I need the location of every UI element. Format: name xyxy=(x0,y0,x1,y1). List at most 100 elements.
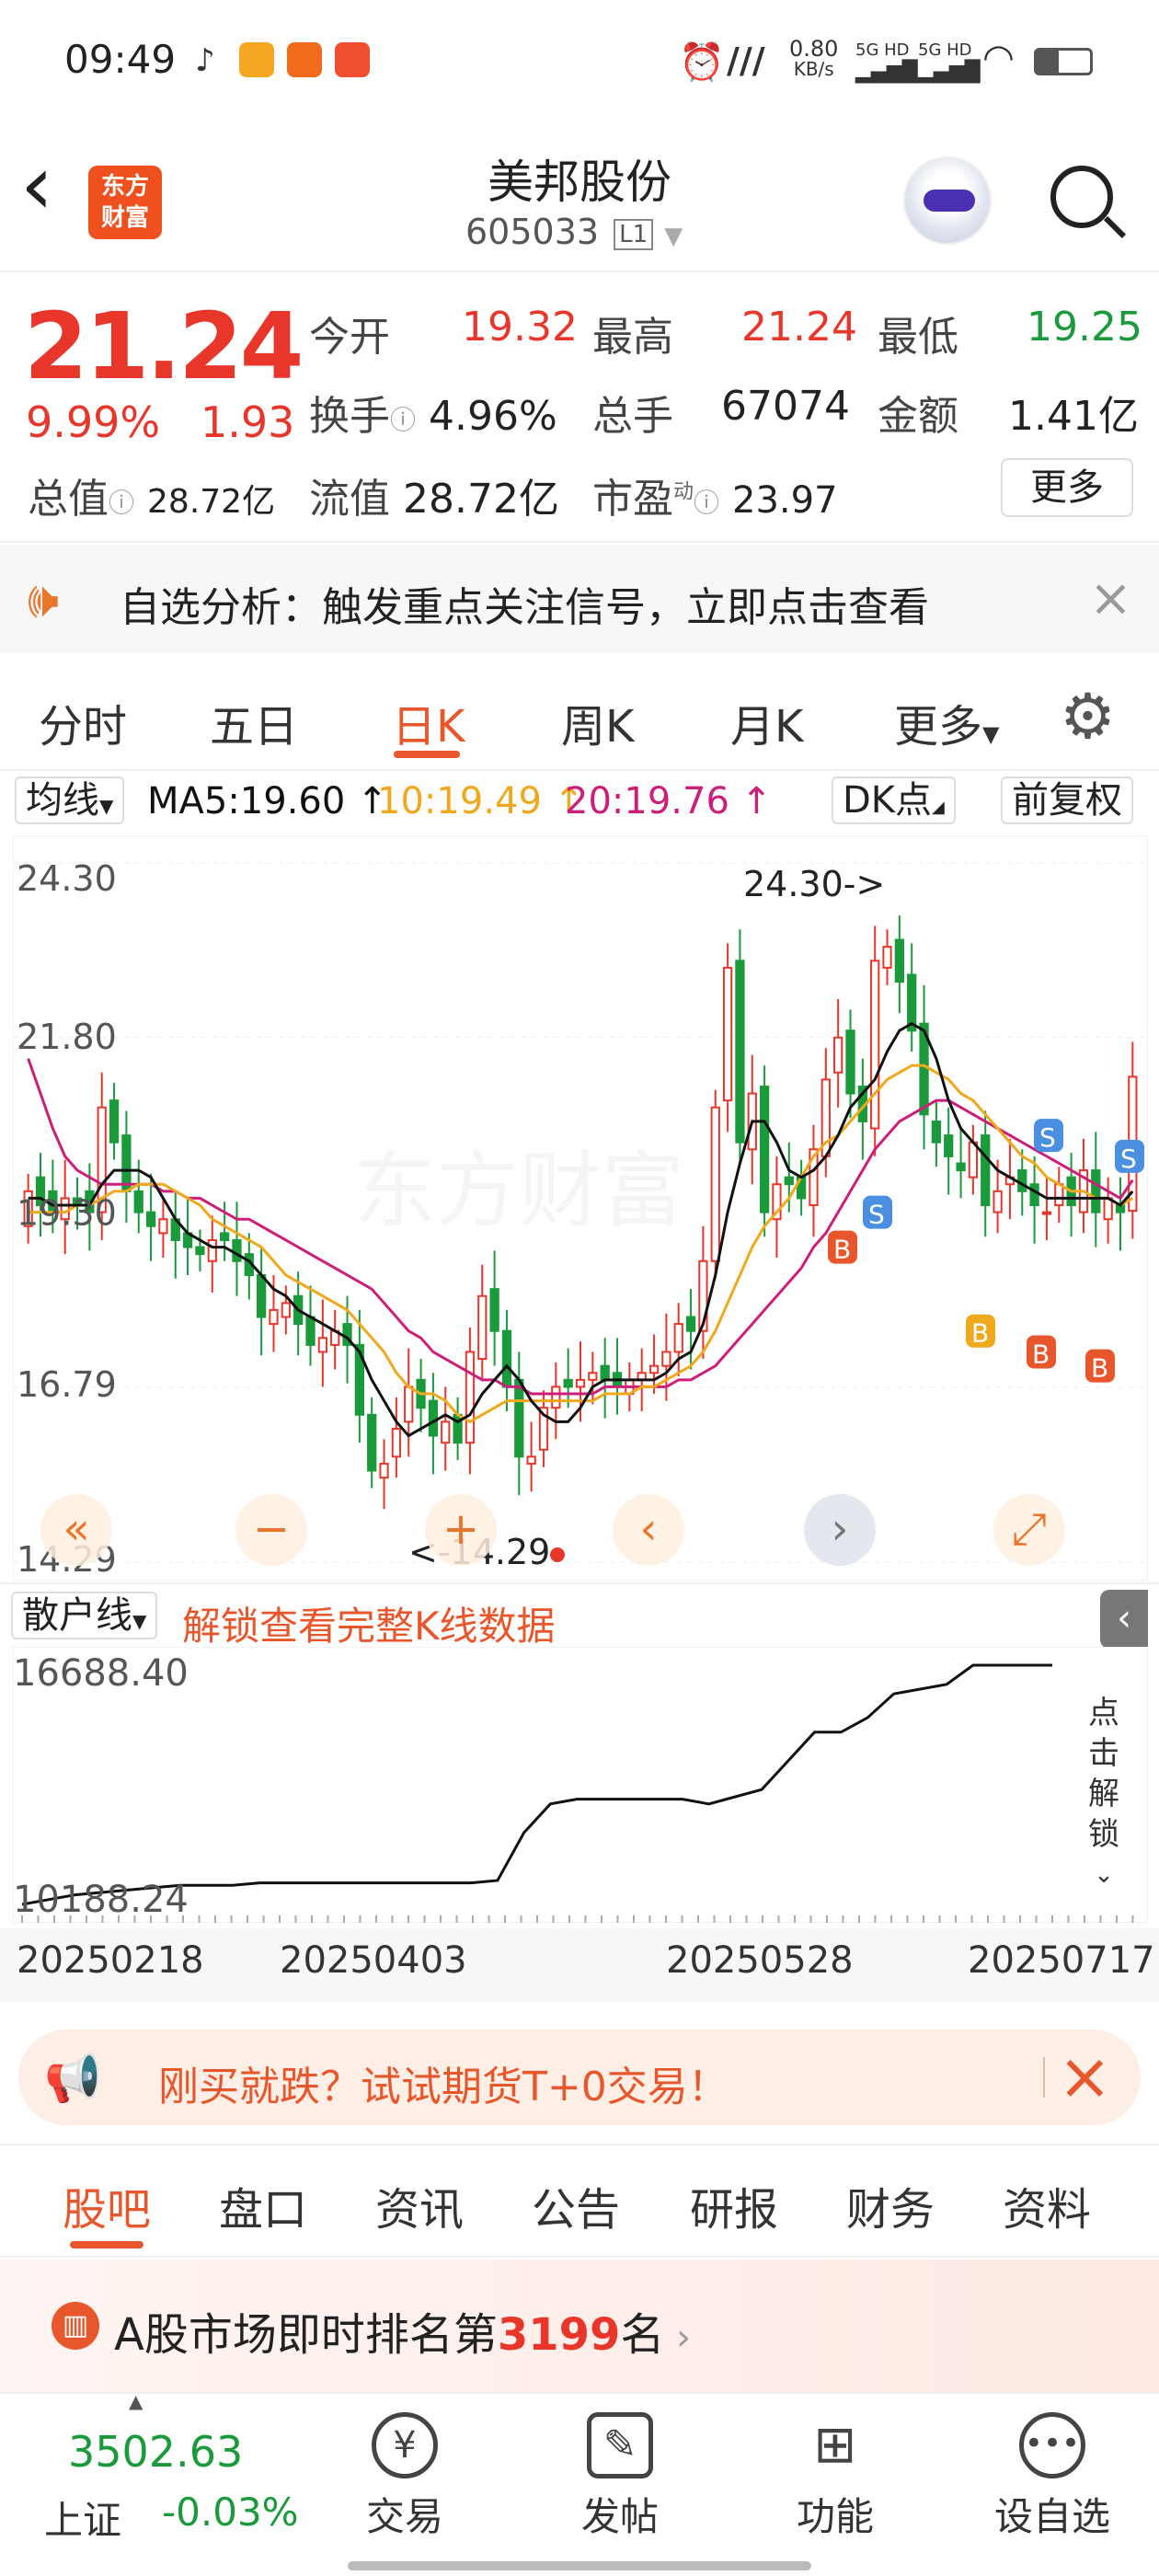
more-button[interactable]: 更多 xyxy=(1001,458,1133,517)
candle-body xyxy=(784,1176,794,1186)
signal-badge-letter: B xyxy=(1032,1339,1050,1369)
candle-body xyxy=(514,1378,524,1458)
field-label: 流值 xyxy=(309,476,390,523)
tab-profile[interactable]: 资料 xyxy=(1003,2173,1091,2237)
index-value: 3502.63 xyxy=(68,2427,244,2477)
tab-daily-k[interactable]: 日K xyxy=(392,690,465,754)
stock-name: 美邦股份 xyxy=(488,155,671,209)
tab-more[interactable]: 更多▼ xyxy=(894,690,999,754)
tab-news[interactable]: 资讯 xyxy=(375,2173,464,2237)
dk-point-button[interactable]: DK点◢ xyxy=(832,776,956,824)
field-pe[interactable]: 市盈动ⓘ 23.97 xyxy=(592,466,838,524)
home-indicator xyxy=(348,2561,811,2570)
tab-five-day[interactable]: 五日 xyxy=(210,690,298,754)
settings-gear-icon[interactable]: ⚙ xyxy=(1060,681,1116,753)
tab-monthly-k[interactable]: 月K xyxy=(730,690,803,754)
retail-bar: 散户线▼ 解锁查看完整K线数据 ‹ xyxy=(0,1582,1159,1649)
change-amount: 1.93 xyxy=(201,397,295,447)
candle-body xyxy=(219,1232,230,1241)
nav-add-watchlist[interactable]: ••• 设自选 xyxy=(979,2412,1126,2542)
close-icon[interactable]: × xyxy=(1058,2039,1112,2114)
kline-chart[interactable]: 24.3021.8019.3016.7914.2924.30-><-14.29S… xyxy=(13,835,1148,1581)
candle-body xyxy=(968,1141,979,1179)
next-button[interactable]: › xyxy=(804,1494,876,1566)
collapse-arrow-button[interactable]: ‹ xyxy=(1100,1590,1148,1649)
fullscreen-button[interactable]: ⤢ xyxy=(993,1494,1065,1566)
candle-body xyxy=(588,1372,598,1381)
last-price: 21.24 xyxy=(24,293,304,400)
date-tick: 20250403 xyxy=(280,1939,467,1982)
tiktok-icon: ♪ xyxy=(195,42,215,79)
candle-body xyxy=(722,966,733,1102)
change-percent: 9.99% xyxy=(26,397,161,447)
candle-body xyxy=(882,946,892,969)
nav-post[interactable]: ✎ 发帖 xyxy=(546,2412,694,2542)
info-icon: ⓘ xyxy=(109,488,135,518)
candle-body xyxy=(158,1218,168,1235)
tab-announce[interactable]: 公告 xyxy=(532,2173,620,2237)
y-tick-label: 21.80 xyxy=(17,1017,117,1057)
ma-selector[interactable]: 均线▼ xyxy=(15,776,125,824)
rank-card[interactable]: ▥ A股市场即时排名第3199名 › xyxy=(0,2260,1159,2392)
candle-body xyxy=(551,1386,561,1409)
alert-banner[interactable]: 🕪 自选分析：触发重点关注信号，立即点击查看 × xyxy=(0,545,1159,653)
tab-pankou[interactable]: 盘口 xyxy=(219,2173,307,2237)
side-unlock-char: 解 xyxy=(1088,1776,1119,1812)
candle-body xyxy=(133,1190,143,1213)
candle-body xyxy=(367,1413,377,1472)
y-tick-label: 19.30 xyxy=(17,1193,117,1234)
field-market-cap[interactable]: 总值ⓘ 28.72亿 xyxy=(28,466,275,524)
field-amount: 金额 1.41亿 xyxy=(878,383,1139,442)
search-icon-handle xyxy=(1103,215,1127,239)
rewind-button[interactable]: « xyxy=(40,1494,112,1566)
candle-body xyxy=(944,1134,954,1157)
candle-body xyxy=(1103,1197,1113,1221)
side-unlock-panel[interactable]: 点 击 解 锁 ⌄ xyxy=(1067,1693,1141,1889)
side-unlock-char: 锁 xyxy=(1088,1816,1119,1853)
field-value: 19.25 xyxy=(1027,304,1142,351)
caret-down-icon: ▼ xyxy=(99,795,114,817)
zoom-out-button[interactable]: − xyxy=(235,1494,307,1566)
caret-down-icon: ▼ xyxy=(132,1610,147,1632)
ma10-value: 10:19.49 ↑ xyxy=(377,780,585,822)
app-logo[interactable]: 东方 财富 xyxy=(88,166,162,239)
candle-body xyxy=(981,1134,991,1207)
back-button[interactable]: ‹ xyxy=(20,144,53,227)
rank-prefix: A股市场即时排名第 xyxy=(114,2309,498,2361)
tab-research[interactable]: 研报 xyxy=(690,2173,778,2237)
tab-intraday[interactable]: 分时 xyxy=(39,690,127,754)
stock-code-row[interactable]: 605033 L1 ▼ xyxy=(465,212,683,252)
adjust-button[interactable]: 前复权 xyxy=(1001,776,1133,824)
level-badge: L1 xyxy=(614,218,654,250)
robot-avatar[interactable] xyxy=(903,156,992,245)
index-name: 上证 xyxy=(44,2498,122,2543)
field-turnover[interactable]: 换手ⓘ 4.96% xyxy=(309,383,557,442)
futures-banner[interactable]: 📢 刚买就跌？试试期货T+0交易！ × xyxy=(18,2030,1141,2125)
tab-guba[interactable]: 股吧 xyxy=(63,2173,151,2237)
bottom-nav: ▲ 3502.63 上证 -0.03% ¥ 交易 ✎ 发帖 ⊞ 功能 ••• 设… xyxy=(0,2390,1159,2576)
nav-trade[interactable]: ¥ 交易 xyxy=(331,2412,478,2542)
candle-body xyxy=(109,1099,120,1144)
grid-icon: ⊞ xyxy=(813,2415,857,2475)
app-icon-red xyxy=(335,42,370,77)
y-tick-label: 16.79 xyxy=(17,1364,117,1405)
tab-weekly-k[interactable]: 周K xyxy=(561,690,634,754)
nav-functions[interactable]: ⊞ 功能 xyxy=(762,2412,909,2542)
tab-finance[interactable]: 财务 xyxy=(846,2173,935,2237)
signal-badge-letter: B xyxy=(833,1235,851,1265)
prev-button[interactable]: ‹ xyxy=(613,1494,684,1566)
field-open: 今开 19.32 xyxy=(309,304,578,362)
app-icon-yellow xyxy=(239,42,274,77)
retail-selector[interactable]: 散户线▼ xyxy=(11,1592,158,1639)
candle-body xyxy=(501,1329,512,1388)
bar-chart-icon: ▥ xyxy=(52,2302,99,2350)
nfc-icon: /// xyxy=(727,40,765,81)
index-widget[interactable]: ▲ 3502.63 上证 -0.03% xyxy=(37,2390,313,2559)
close-icon[interactable]: × xyxy=(1089,569,1132,628)
active-tab-indicator xyxy=(70,2241,143,2248)
field-label: 市盈 xyxy=(592,476,673,523)
candle-body xyxy=(956,1162,966,1172)
unlock-retail-link[interactable]: 解锁查看完整K线数据 xyxy=(182,1595,556,1651)
nav-add-watchlist-label: 设自选 xyxy=(993,2494,1110,2539)
zoom-in-button[interactable]: + xyxy=(425,1494,497,1566)
